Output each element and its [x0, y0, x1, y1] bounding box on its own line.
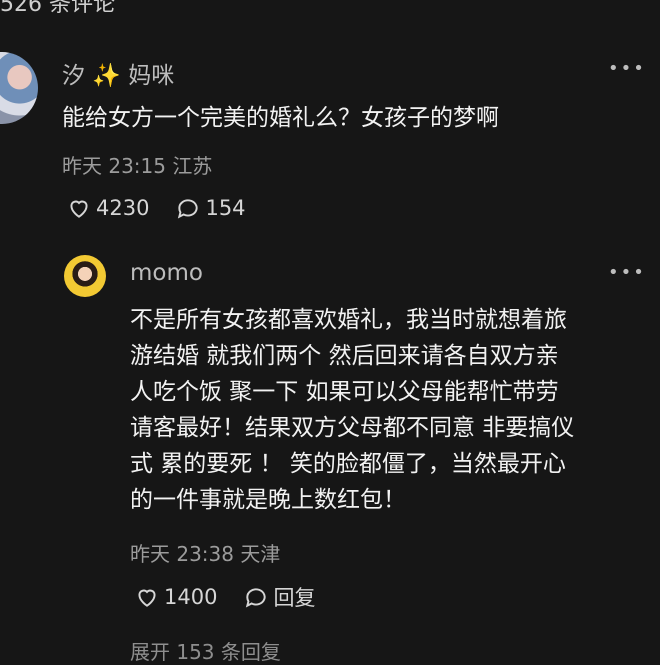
expand-replies-link[interactable]: 展开 153 条回复 [130, 636, 281, 665]
comment-text-line: 的一件事就是晚上数红包！ [130, 487, 406, 513]
comment-text: 不是所有女孩都喜欢婚礼，我当时就想着旅 游结婚 就我们两个 然后回来请各自双方亲… [130, 302, 642, 518]
comment-meta: 昨天 23:15 江苏 [62, 150, 212, 179]
avatar[interactable] [64, 255, 106, 297]
avatar[interactable] [0, 52, 38, 124]
comment-text-line: 请客最好！结果双方父母都不同意 非要搞仪 [130, 415, 575, 441]
reply-button[interactable]: 154 [175, 195, 246, 221]
comment-text: 能给女方一个完美的婚礼么？女孩子的梦啊 [62, 105, 499, 131]
sparkle-icon: ✨ [92, 63, 121, 89]
comment-count-header: 526 条评论 [0, 0, 115, 17]
comment-location: 天津 [240, 542, 281, 566]
like-button[interactable]: 1400 [134, 584, 217, 610]
comment-text-line: 式 累的要死 ！ 笑的脸都僵了，当然最开心 [130, 451, 566, 477]
comment-time: 昨天 23:38 [130, 542, 234, 566]
like-count: 4230 [96, 196, 150, 220]
comment-text-line: 不是所有女孩都喜欢婚礼，我当时就想着旅 [130, 307, 567, 333]
comment-text-line: 游结婚 就我们两个 然后回来请各自双方亲 [130, 343, 559, 369]
comment-location: 江苏 [172, 154, 213, 178]
author-name-suffix: 妈咪 [128, 63, 175, 89]
comment-bubble-icon [178, 199, 199, 219]
comment-text-line: 人吃个饭 聚一下 如果可以父母能帮忙带劳 [130, 379, 559, 405]
comment-actions: 4230 154 [66, 195, 246, 221]
author-name[interactable]: momo [130, 260, 203, 286]
comment-bubble-icon [246, 588, 267, 608]
comment-author[interactable]: 汐 ✨ 妈咪 [62, 56, 174, 90]
reply-count: 154 [205, 196, 246, 220]
like-count: 1400 [164, 585, 218, 609]
more-dots-icon[interactable]: ••• [608, 58, 646, 79]
reply-button[interactable]: 回复 [243, 582, 315, 612]
comment-meta: 昨天 23:38 天津 [130, 538, 280, 567]
comment-actions: 1400 回复 [134, 582, 315, 612]
like-button[interactable]: 4230 [66, 195, 149, 221]
reply-label: 回复 [273, 586, 316, 610]
heart-icon [70, 200, 88, 218]
comment-time: 昨天 23:15 [62, 154, 166, 178]
author-name: 汐 [62, 63, 85, 89]
heart-icon [138, 589, 156, 607]
more-dots-icon[interactable]: ••• [608, 262, 646, 283]
